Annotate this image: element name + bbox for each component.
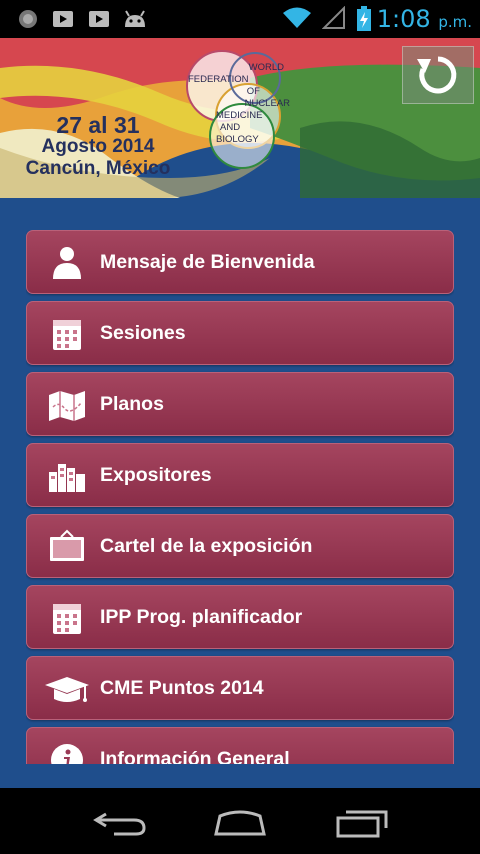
wfnmb-logo: WORLD FEDERATION OF NUCLEAR MEDICINE AND…: [188, 62, 290, 145]
menu-item-label: CME Puntos 2014: [100, 677, 264, 699]
calendar-icon: [53, 320, 81, 350]
info-icon: [51, 744, 83, 764]
globe-icon: [19, 10, 37, 28]
navigation-bar: [0, 788, 480, 854]
refresh-button[interactable]: [402, 46, 474, 104]
refresh-icon: [417, 56, 457, 94]
menu-item-label: Expositores: [100, 464, 212, 486]
home-icon[interactable]: [210, 806, 270, 838]
recent-apps-icon[interactable]: [332, 806, 392, 838]
menu-item-planner[interactable]: IPP Prog. planificador: [26, 585, 454, 649]
menu-item-welcome[interactable]: Mensaje de Bienvenida: [26, 230, 454, 294]
menu-item-label: Cartel de la exposición: [100, 535, 313, 557]
menu-item-cme-points[interactable]: CME Puntos 2014: [26, 656, 454, 720]
menu-item-exhibitors[interactable]: Expositores: [26, 443, 454, 507]
main-menu: Mensaje de Bienvenida Sesiones Planos Ex…: [26, 230, 454, 764]
menu-item-label: Planos: [100, 393, 164, 415]
buildings-icon: [49, 464, 85, 492]
menu-item-label: IPP Prog. planificador: [100, 606, 303, 628]
battery-charging-icon: [357, 6, 371, 31]
android-icon: [125, 10, 145, 27]
menu-item-general-info[interactable]: Información General: [26, 727, 454, 764]
menu-item-label: Información General: [100, 748, 290, 764]
wifi-icon: [283, 7, 311, 28]
back-icon[interactable]: [90, 806, 150, 838]
menu-item-label: Sesiones: [100, 322, 186, 344]
status-bar: 1:08 p.m.: [0, 0, 480, 38]
poster-icon: [50, 529, 84, 561]
event-dates: 27 al 31 Agosto 2014 Cancún, México: [25, 112, 171, 180]
app-screen: WORLD FEDERATION OF NUCLEAR MEDICINE AND…: [0, 38, 480, 788]
menu-item-poster[interactable]: Cartel de la exposición: [26, 514, 454, 578]
menu-item-maps[interactable]: Planos: [26, 372, 454, 436]
signal-icon: [322, 6, 345, 29]
video-icon: [89, 11, 109, 27]
menu-item-label: Mensaje de Bienvenida: [100, 251, 315, 273]
map-icon: [49, 391, 85, 421]
calendar-icon: [53, 604, 81, 634]
header-banner: WORLD FEDERATION OF NUCLEAR MEDICINE AND…: [0, 38, 480, 198]
menu-item-sessions[interactable]: Sesiones: [26, 301, 454, 365]
video-icon: [53, 11, 73, 27]
person-icon: [53, 247, 81, 279]
clock: 1:08 p.m.: [376, 5, 472, 33]
graduation-cap-icon: [45, 677, 89, 702]
